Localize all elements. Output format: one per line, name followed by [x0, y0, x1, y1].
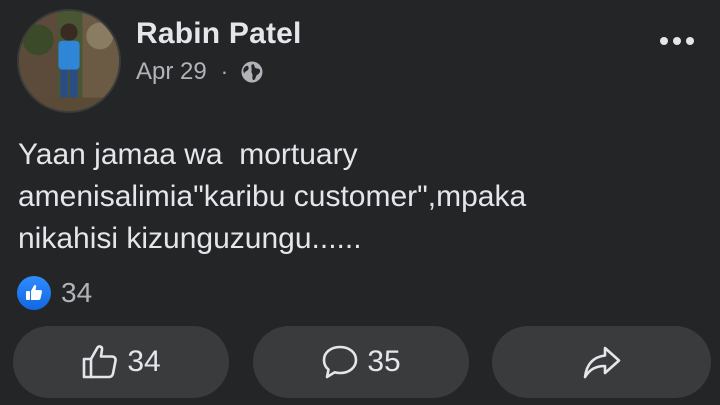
more-dot-icon — [660, 37, 668, 45]
thumbs-up-icon — [83, 345, 118, 379]
meta-separator: · — [220, 59, 229, 84]
like-count: 34 — [127, 345, 161, 378]
globe-icon — [240, 60, 264, 84]
author-name[interactable]: Rabin Patel — [136, 17, 302, 51]
like-reaction-icon — [17, 276, 51, 310]
avatar[interactable] — [17, 9, 121, 113]
share-button[interactable] — [492, 326, 711, 398]
more-dot-icon — [686, 37, 694, 45]
reaction-summary[interactable]: 34 — [17, 276, 92, 310]
comment-button[interactable]: 35 — [253, 326, 469, 398]
comment-icon — [323, 345, 358, 379]
comment-count: 35 — [367, 345, 401, 378]
action-bar: 34 35 — [13, 326, 711, 398]
share-arrow-icon — [583, 346, 620, 379]
post-date[interactable]: Apr 29 — [136, 58, 207, 86]
reaction-count: 34 — [61, 277, 93, 308]
post-meta: Apr 29 · — [136, 58, 264, 86]
like-button[interactable]: 34 — [13, 326, 229, 398]
more-dot-icon — [673, 37, 681, 45]
more-options-button[interactable] — [652, 24, 702, 58]
post-card: Rabin Patel Apr 29 · Yaan jamaa wa mortu… — [0, 0, 720, 405]
post-text: Yaan jamaa wa mortuary amenisalimia"kari… — [18, 138, 527, 255]
